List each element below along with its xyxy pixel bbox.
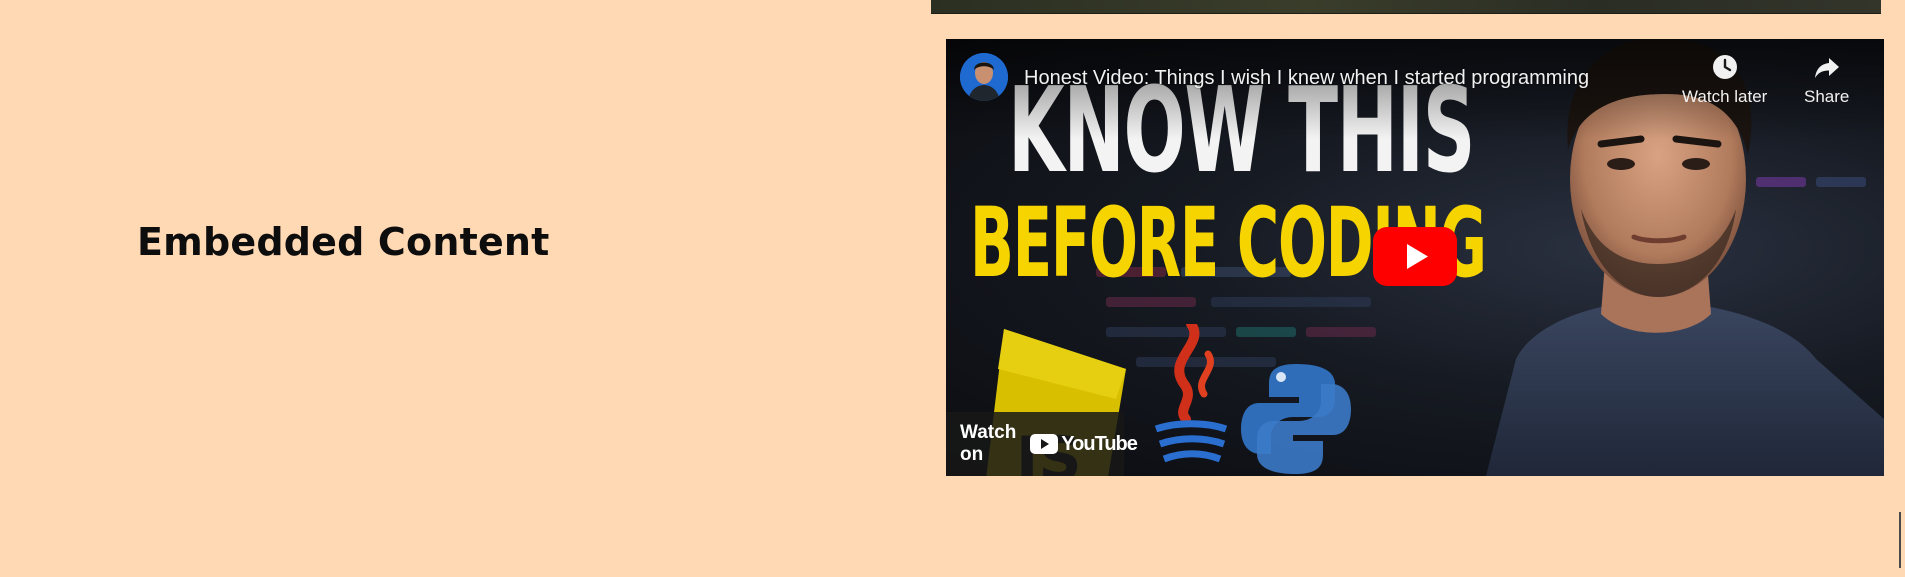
java-logo-icon <box>1154 324 1228 463</box>
youtube-logo-icon <box>1030 434 1059 454</box>
share-button[interactable]: Share <box>1804 53 1849 107</box>
youtube-wordmark: YouTube <box>1061 432 1138 455</box>
channel-avatar-icon <box>960 53 1008 101</box>
watch-later-label: Watch later <box>1682 87 1768 106</box>
watch-later-button[interactable]: Watch later <box>1682 53 1767 107</box>
video-title-link[interactable]: Honest Video: Things I wish I knew when … <box>1024 67 1589 90</box>
section-title: Embedded Content <box>137 220 550 264</box>
page: Embedded Content JS <box>0 0 1905 577</box>
watch-on-label: Watch on <box>960 422 1017 465</box>
previous-embed-bottom-edge <box>931 0 1881 14</box>
python-logo-icon <box>1241 364 1351 474</box>
share-label: Share <box>1804 87 1850 106</box>
code-line <box>1236 327 1296 337</box>
youtube-logo: YouTube <box>1030 432 1138 456</box>
page-scrollbar-thumb[interactable] <box>1899 512 1901 568</box>
watch-on-youtube-link[interactable]: Watch on YouTube <box>946 412 1138 476</box>
play-button-icon[interactable] <box>1373 227 1457 286</box>
clock-icon <box>1712 55 1737 79</box>
channel-avatar[interactable] <box>960 53 1008 101</box>
share-arrow-icon <box>1814 58 1839 78</box>
youtube-embed[interactable]: JS <box>946 39 1884 476</box>
code-line <box>1306 327 1376 337</box>
